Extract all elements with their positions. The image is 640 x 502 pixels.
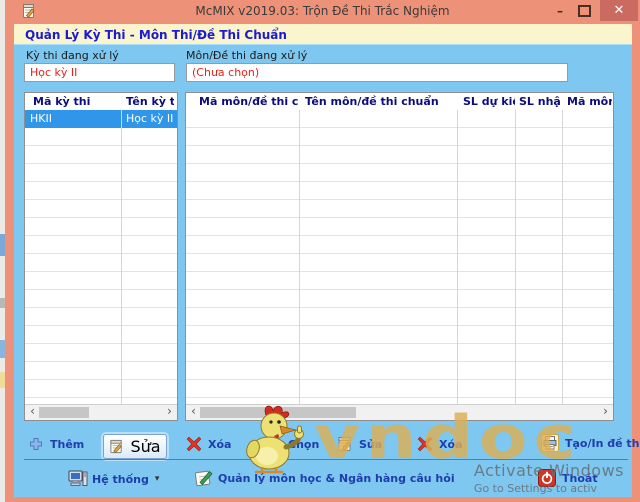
column-divider [515,110,516,405]
pencil-note-icon [194,469,212,487]
red-x-icon [417,436,433,452]
current-subject-input[interactable] [186,63,568,82]
exam-label: Kỳ thi đang xử lý [26,49,119,62]
exam-delete-button[interactable]: Xóa [186,436,231,452]
subject-select-button[interactable]: Chọn [266,436,319,452]
exam-edit-label: Sửa [130,437,160,456]
subject-col-code: Mã môn/đề thi chuẩn [199,95,299,108]
subject-hscrollbar[interactable]: ‹ › [186,404,613,420]
subject-table-header: Mã môn/đề thi chuẩn Tên môn/đề thi chuẩn… [186,93,613,111]
exam-col-name: Tên kỳ thi [126,95,174,108]
minimize-button[interactable]: – [550,0,570,21]
red-x-icon [186,436,202,452]
window-title: McMIX v2019.03: Trộn Đề Thi Trắc Nghiệm [5,4,640,18]
title-bar: McMIX v2019.03: Trộn Đề Thi Trắc Nghiệm … [5,0,640,22]
subject-col-expected: SL dự kiến [463,95,515,108]
subject-table: Mã môn/đề thi chuẩn Tên môn/đề thi chuẩn… [185,92,614,421]
dropdown-arrow-icon[interactable]: ▾ [155,474,160,484]
column-divider [121,110,122,405]
scroll-left-icon[interactable]: ‹ [26,405,39,419]
exam-table: Mã kỳ thi Tên kỳ thi HKII Học kỳ II ‹ › [24,92,178,421]
system-menu-button[interactable]: Hệ thống ▾ [68,470,159,488]
column-divider [562,110,563,405]
close-button[interactable]: ✕ [600,0,638,21]
subject-delete-button[interactable]: Xóa [417,436,462,452]
exam-selected-row[interactable]: HKII Học kỳ II [25,110,177,128]
subject-edit-button[interactable]: Sửa [337,436,382,452]
create-print-exam-button[interactable]: Tạo/In đề thi [541,434,640,452]
plus-icon [28,436,44,452]
printer-icon [541,434,559,452]
app-window: McMIX v2019.03: Trộn Đề Thi Trắc Nghiệm … [5,0,640,502]
form-title: Quản Lý Kỳ Thi - Môn Thi/Đề Thi Chuẩn [14,25,287,42]
subject-col-name: Tên môn/đề thi chuẩn [305,95,455,108]
column-divider [299,110,300,405]
content-area: Kỳ thi đang xử lý Môn/Đề thi đang xử lý … [14,44,632,497]
exam-edit-button[interactable]: Sửa [103,434,167,459]
current-exam-input[interactable] [24,63,175,82]
divider-line [24,459,628,460]
exam-col-code: Mã kỳ thi [33,95,121,108]
exam-table-header: Mã kỳ thi Tên kỳ thi [25,93,177,111]
scroll-left-icon[interactable]: ‹ [187,405,200,419]
plus-icon [266,436,282,452]
exit-button[interactable]: Thoát [538,469,598,487]
edit-notepad-icon [109,439,125,455]
exam-row-name: Học kỳ II [126,112,173,125]
edit-notepad-icon [337,436,353,452]
column-divider [457,110,458,405]
form-header: Quản Lý Kỳ Thi - Môn Thi/Đề Thi Chuẩn [14,24,632,45]
maximize-icon [578,5,591,17]
scroll-right-icon[interactable]: › [599,405,612,419]
subject-label: Môn/Đề thi đang xử lý [186,49,307,62]
maximize-button[interactable] [574,0,594,21]
scroll-right-icon[interactable]: › [163,405,176,419]
screen: McMIX v2019.03: Trộn Đề Thi Trắc Nghiệm … [0,0,640,502]
exam-hscrollbar[interactable]: ‹ › [25,404,177,420]
scroll-thumb[interactable] [39,407,89,418]
scroll-thumb[interactable] [200,407,356,418]
subject-table-body[interactable] [186,110,613,405]
power-icon [538,469,556,487]
subject-col-entered: SL nhập [519,95,561,108]
computer-icon [68,470,86,488]
exam-add-button[interactable]: Thêm [28,436,84,452]
exam-row-code: HKII [30,112,52,125]
subject-col-code2: Mã môn/đề [567,95,612,108]
exam-table-body[interactable]: HKII Học kỳ II [25,110,177,405]
manage-subjects-button[interactable]: Quản lý môn học & Ngân hàng câu hỏi [194,469,455,487]
